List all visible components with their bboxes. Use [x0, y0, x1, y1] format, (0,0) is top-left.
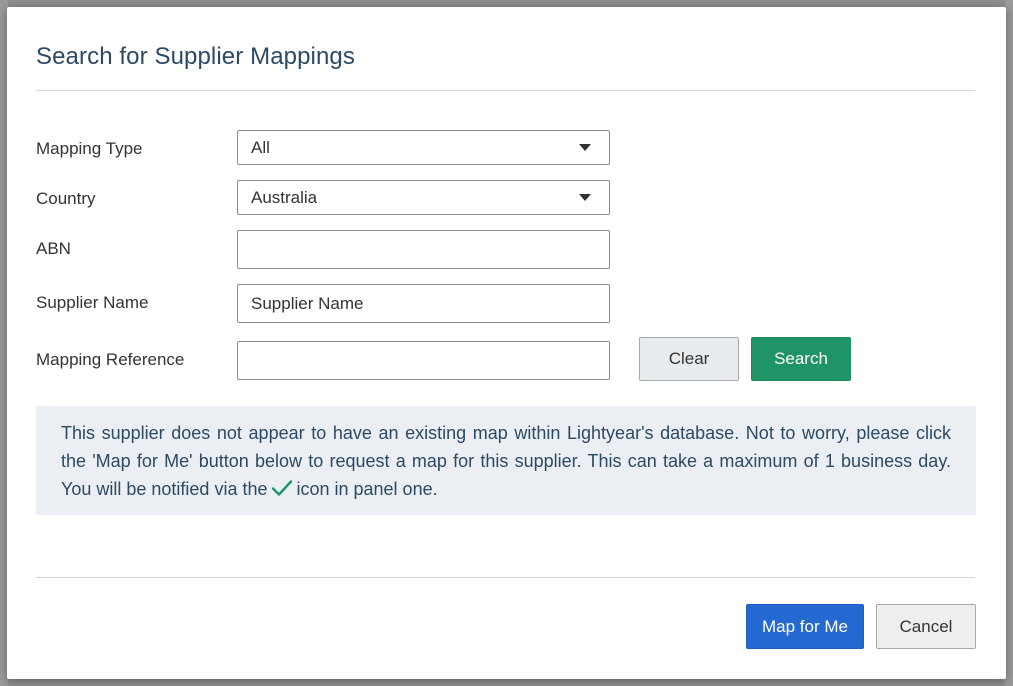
- header-divider: [36, 90, 975, 91]
- country-select[interactable]: Australia: [237, 180, 610, 215]
- mapping-reference-label: Mapping Reference: [36, 350, 185, 369]
- check-icon: [272, 480, 293, 496]
- abn-field[interactable]: [237, 230, 610, 269]
- chevron-down-icon: [579, 194, 591, 201]
- no-mapping-notice: This supplier does not appear to have an…: [36, 406, 976, 515]
- clear-button[interactable]: Clear: [639, 337, 739, 381]
- abn-input[interactable]: [251, 231, 609, 268]
- notice-text: This supplier does not appear to have an…: [61, 423, 951, 499]
- country-label: Country: [36, 189, 96, 208]
- mapping-reference-field[interactable]: [237, 341, 610, 380]
- country-value: Australia: [251, 187, 318, 207]
- notice-text-end: icon in panel one.: [296, 479, 438, 499]
- mapping-type-label: Mapping Type: [36, 139, 143, 158]
- map-for-me-button[interactable]: Map for Me: [746, 604, 864, 649]
- mapping-type-value: All: [251, 137, 270, 157]
- mapping-reference-input[interactable]: [251, 342, 609, 379]
- abn-label: ABN: [36, 239, 71, 258]
- search-button[interactable]: Search: [751, 337, 851, 381]
- supplier-name-input[interactable]: [251, 285, 609, 322]
- footer-divider: [36, 577, 975, 578]
- supplier-name-field[interactable]: [237, 284, 610, 323]
- mapping-type-select[interactable]: All: [237, 130, 610, 165]
- dialog-title: Search for Supplier Mappings: [36, 43, 355, 70]
- background-right-edge: [1005, 0, 1013, 686]
- supplier-mapping-dialog: Search for Supplier Mappings Mapping Typ…: [7, 7, 1006, 679]
- chevron-down-icon: [579, 144, 591, 151]
- supplier-name-label: Supplier Name: [36, 293, 149, 312]
- cancel-button[interactable]: Cancel: [876, 604, 976, 649]
